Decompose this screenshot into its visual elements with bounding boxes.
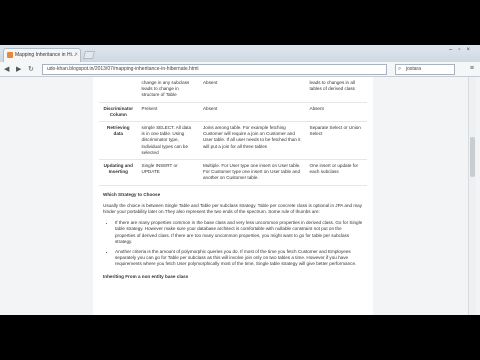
search-icon: ⌕ xyxy=(398,66,402,72)
tab-strip: Mapping Inheritance in Hi… × –▫× xyxy=(0,45,480,62)
row-label: Retrieving data xyxy=(99,121,138,161)
scrollbar-thumb[interactable] xyxy=(470,137,475,177)
back-icon[interactable]: ◀ xyxy=(4,65,9,73)
window-controls[interactable]: –▫× xyxy=(449,47,476,53)
close-tab-icon[interactable]: × xyxy=(74,49,78,61)
section-heading: Which Strategy to Choose xyxy=(103,191,161,197)
table-row: Updating and Inserting Single INSERT or … xyxy=(99,159,367,186)
intro-paragraph: Usually the choice is between Single Tab… xyxy=(103,202,363,215)
tab-title: Mapping Inheritance in Hi… xyxy=(15,52,77,58)
bullet-list: If there are many properties common in t… xyxy=(115,220,363,267)
list-item: If there are many properties common in t… xyxy=(115,220,363,245)
list-item: Another criteria is the amount of polymo… xyxy=(115,249,363,268)
table-row: Retrieving data simple SELECT. All data … xyxy=(99,121,367,161)
comparison-table: change in any subclass leads to change i… xyxy=(99,77,367,186)
find-box[interactable]: ⌕ jostara xyxy=(395,64,455,75)
find-text: jostara xyxy=(406,66,422,72)
forward-icon[interactable]: ▶ xyxy=(16,65,21,73)
page-content: change in any subclass leads to change i… xyxy=(93,77,373,315)
browser-window: Mapping Inheritance in Hi… × –▫× ◀ ▶ ↻ u… xyxy=(0,45,480,315)
next-section-heading: Inheriting From a non entity base class xyxy=(103,273,189,279)
row-label: Discriminator Column xyxy=(99,102,138,123)
scrollbar[interactable] xyxy=(468,77,476,315)
table-row: Discriminator Column Present Absent Abse… xyxy=(99,102,367,123)
new-tab-button[interactable] xyxy=(82,51,96,59)
reload-icon[interactable]: ↻ xyxy=(28,65,34,73)
blogger-icon xyxy=(7,52,13,58)
menu-icon[interactable]: ≡ xyxy=(470,65,474,72)
address-bar: ◀ ▶ ↻ udo-khan.blogspot.in/2013/07/mappi… xyxy=(0,62,480,77)
row-label: Updating and Inserting xyxy=(99,159,138,186)
table-row: change in any subclass leads to change i… xyxy=(99,77,367,103)
url-input[interactable]: udo-khan.blogspot.in/2013/07/mapping-inh… xyxy=(42,64,387,75)
browser-tab[interactable]: Mapping Inheritance in Hi… × xyxy=(3,48,81,62)
